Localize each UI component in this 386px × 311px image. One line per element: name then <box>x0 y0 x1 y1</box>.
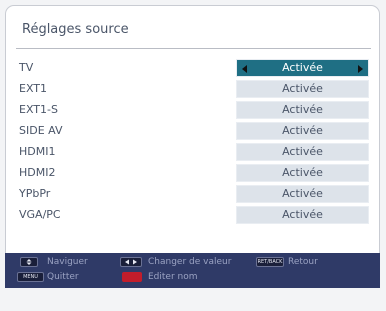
hint-quit: Quitter <box>47 272 79 282</box>
row-label: TV <box>19 61 34 74</box>
row-value[interactable]: Activée <box>236 164 369 182</box>
hint-navigate: Naviguer <box>47 257 88 267</box>
ret-back-key-icon: RET/BACK <box>256 257 284 267</box>
row-value[interactable]: Activée <box>236 80 369 98</box>
row-label: SIDE AV <box>19 124 63 137</box>
row-value[interactable]: Activée <box>236 122 369 140</box>
row-label: VGA/PC <box>19 208 61 221</box>
title-divider <box>16 48 371 49</box>
list-item-side-av[interactable]: SIDE AV Activée <box>6 122 379 141</box>
list-item-ext1-s[interactable]: EXT1-S Activée <box>6 101 379 120</box>
list-item-ext1[interactable]: EXT1 Activée <box>6 80 379 99</box>
hint-change-value: Changer de valeur <box>148 257 232 267</box>
arrow-right-icon[interactable] <box>358 65 363 73</box>
red-key-icon <box>122 272 142 282</box>
hint-edit-name: Editer nom <box>148 272 198 282</box>
list-item-vga-pc[interactable]: VGA/PC Activée <box>6 206 379 225</box>
left-right-arrows-icon <box>125 259 137 265</box>
list-item-ypbpr[interactable]: YPbPr Activée <box>6 185 379 204</box>
row-label: YPbPr <box>19 187 51 200</box>
left-right-key-icon <box>120 257 142 267</box>
hint-return: Retour <box>288 257 318 267</box>
row-value[interactable]: Activée <box>236 206 369 224</box>
row-value[interactable]: Activée <box>236 101 369 119</box>
list-item-hdmi1[interactable]: HDMI1 Activée <box>6 143 379 162</box>
list-item-tv[interactable]: TV Activée <box>6 59 379 78</box>
list-item-hdmi2[interactable]: HDMI2 Activée <box>6 164 379 183</box>
menu-key-icon: MENU <box>17 272 44 282</box>
key-hint-bar: Naviguer Changer de valeur RET/BACK Reto… <box>5 253 380 288</box>
source-settings-panel: Réglages source TV Activée EXT1 Activée … <box>5 5 380 255</box>
page-title: Réglages source <box>22 22 129 37</box>
row-value[interactable]: Activée <box>236 143 369 161</box>
row-value: Activée <box>282 61 323 74</box>
row-label: HDMI2 <box>19 166 56 179</box>
arrow-left-icon[interactable] <box>242 65 247 73</box>
up-down-key-icon <box>20 257 38 267</box>
row-value-selector[interactable]: Activée <box>236 59 369 77</box>
row-label: EXT1-S <box>19 103 58 116</box>
up-down-arrows-icon <box>26 259 32 265</box>
row-label: HDMI1 <box>19 145 56 158</box>
row-label: EXT1 <box>19 82 48 95</box>
row-value[interactable]: Activée <box>236 185 369 203</box>
